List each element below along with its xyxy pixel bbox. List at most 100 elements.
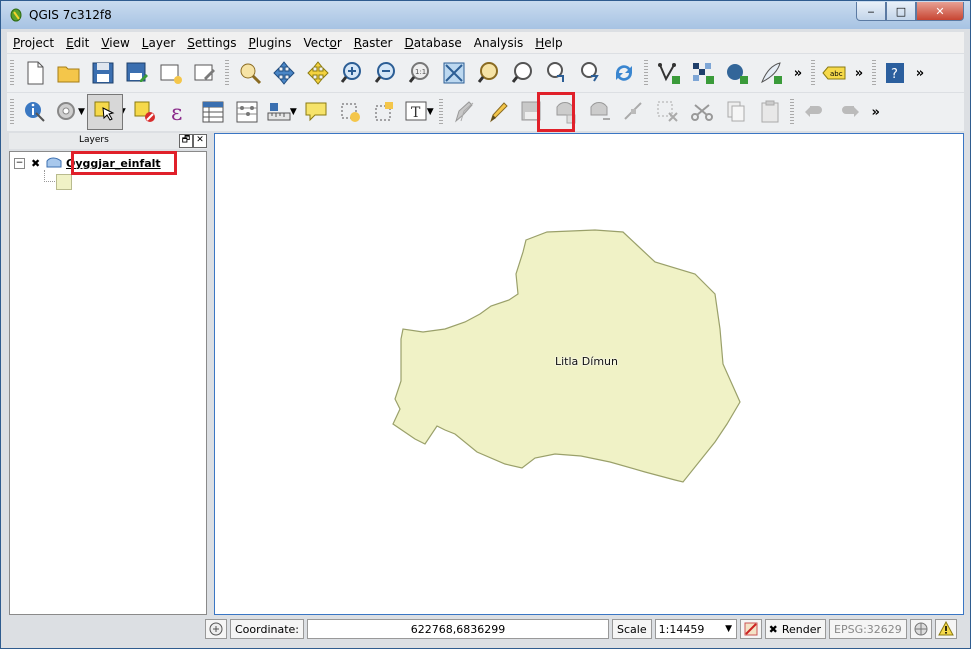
minimize-button[interactable]: ‒ — [856, 2, 886, 21]
layer-item[interactable]: − ✖ Oyggjar_einfalt — [14, 155, 161, 171]
toolbar-grip[interactable] — [644, 60, 648, 86]
delete-selected-button[interactable] — [651, 95, 685, 129]
zoom-next-button[interactable] — [573, 56, 607, 90]
toolbar-overflow-button[interactable]: » — [866, 105, 886, 120]
save-project-button[interactable] — [86, 56, 120, 90]
label-tool-button[interactable]: abc — [819, 56, 849, 90]
projection-button[interactable] — [909, 619, 932, 639]
maximize-button[interactable]: □ — [886, 2, 916, 21]
toolbar-grip[interactable] — [10, 60, 14, 86]
stop-render-button[interactable] — [739, 619, 762, 639]
float-panel-button[interactable]: 🗗 — [179, 134, 193, 148]
coordinate-field[interactable]: 622768,6836299 — [307, 619, 610, 639]
menu-help[interactable]: Help — [529, 36, 568, 50]
zoom-to-selection-button[interactable] — [505, 56, 539, 90]
add-postgis-layer-button[interactable] — [720, 56, 754, 90]
node-tool-button[interactable] — [617, 95, 651, 129]
menu-edit[interactable]: Edit — [60, 36, 95, 50]
toolbar-overflow-button[interactable]: » — [788, 66, 808, 81]
menu-view[interactable]: View — [95, 36, 135, 50]
map-tips-button[interactable] — [299, 95, 333, 129]
zoom-last-button[interactable] — [539, 56, 573, 90]
title-bar[interactable]: QGIS 7c312f8 ‒ □ ✕ — [1, 1, 970, 29]
zoom-native-resolution-button[interactable]: 1:1 — [403, 56, 437, 90]
toolbar-grip[interactable] — [438, 99, 443, 125]
toolbar-overflow-button[interactable]: » — [910, 66, 930, 81]
move-feature-button[interactable] — [583, 95, 617, 129]
svg-text:ε: ε — [171, 101, 182, 125]
save-layer-edits-button[interactable] — [515, 95, 549, 129]
add-vector-layer-button[interactable] — [652, 56, 686, 90]
measure-line-button[interactable] — [264, 95, 294, 129]
menu-plugins[interactable]: Plugins — [243, 36, 298, 50]
zoom-out-button[interactable] — [369, 56, 403, 90]
copy-features-button[interactable] — [719, 95, 753, 129]
select-by-expression-button[interactable]: ε — [162, 95, 196, 129]
menu-analysis[interactable]: Analysis — [468, 36, 529, 50]
menu-database[interactable]: Database — [398, 36, 467, 50]
close-button[interactable]: ✕ — [916, 2, 964, 21]
warning-button[interactable] — [934, 619, 957, 639]
pan-map-button[interactable] — [233, 56, 267, 90]
svg-text:T: T — [411, 105, 421, 121]
save-as-button[interactable] — [120, 56, 154, 90]
menu-project[interactable]: Project — [7, 36, 60, 50]
save-edits-disabled-icon — [521, 101, 541, 121]
messages-button[interactable] — [205, 619, 227, 639]
help-button[interactable]: ? — [880, 56, 910, 90]
map-feature-layer — [392, 229, 741, 483]
identify-features-button[interactable] — [18, 95, 52, 129]
paste-features-button[interactable] — [753, 95, 787, 129]
menu-raster[interactable]: Raster — [348, 36, 399, 50]
deselect-all-button[interactable] — [128, 95, 162, 129]
menu-settings[interactable]: Settings — [181, 36, 242, 50]
pan-to-selection-button[interactable] — [267, 56, 301, 90]
new-print-composer-button[interactable] — [154, 56, 188, 90]
undo-button[interactable] — [798, 95, 832, 129]
layers-panel-header[interactable]: Layers 🗗 ✕ — [9, 133, 207, 149]
new-bookmark-button[interactable] — [333, 95, 367, 129]
run-action-button[interactable] — [52, 95, 82, 129]
add-feature-button[interactable] — [549, 95, 583, 129]
toolbar-grip[interactable] — [811, 60, 815, 86]
menu-vector[interactable]: Vector — [298, 36, 348, 50]
cut-features-button[interactable] — [685, 95, 719, 129]
render-checkbox[interactable]: ✖ — [766, 623, 778, 636]
zoom-to-selection-move-button[interactable] — [301, 56, 335, 90]
toggle-editing-button[interactable] — [481, 95, 515, 129]
refresh-button[interactable] — [607, 56, 641, 90]
menu-layer[interactable]: Layer — [136, 36, 181, 50]
toolbar-grip[interactable] — [225, 60, 229, 86]
toolbar-overflow-button[interactable]: » — [849, 66, 869, 81]
current-edits-button[interactable] — [447, 95, 481, 129]
add-raster-layer-button[interactable] — [686, 56, 720, 90]
toolbar-grip[interactable] — [10, 99, 14, 125]
gear-action-icon — [57, 102, 75, 120]
chevron-down-icon[interactable]: ▼ — [722, 624, 736, 634]
layer-tree[interactable]: − ✖ Oyggjar_einfalt — [9, 151, 207, 615]
layer-name[interactable]: Oyggjar_einfalt — [66, 157, 161, 170]
crs-status[interactable]: EPSG:32629 — [829, 619, 907, 639]
open-project-button[interactable] — [52, 56, 86, 90]
zoom-full-button[interactable] — [437, 56, 471, 90]
scale-combobox[interactable]: 1:14459 ▼ — [654, 619, 737, 639]
new-shapefile-button[interactable] — [754, 56, 788, 90]
toolbar-grip[interactable] — [789, 99, 794, 125]
composer-manager-icon — [194, 64, 215, 81]
collapse-toggle[interactable]: − — [14, 157, 25, 169]
new-project-button[interactable] — [18, 56, 52, 90]
toolbar-grip[interactable] — [872, 60, 876, 86]
show-bookmarks-button[interactable] — [367, 95, 401, 129]
redo-button[interactable] — [832, 95, 866, 129]
text-annotation-button[interactable]: T — [401, 95, 431, 129]
layer-visibility-checkbox[interactable]: ✖ — [31, 158, 42, 169]
select-features-button[interactable] — [86, 94, 123, 130]
field-calculator-button[interactable] — [230, 95, 264, 129]
zoom-to-layer-button[interactable] — [471, 56, 505, 90]
render-toggle[interactable]: ✖ Render — [764, 619, 827, 639]
composer-manager-button[interactable] — [188, 56, 222, 90]
map-canvas[interactable]: Litla Dímun — [214, 133, 964, 615]
open-attribute-table-button[interactable] — [196, 95, 230, 129]
zoom-in-button[interactable] — [335, 56, 369, 90]
close-panel-button[interactable]: ✕ — [193, 134, 207, 148]
